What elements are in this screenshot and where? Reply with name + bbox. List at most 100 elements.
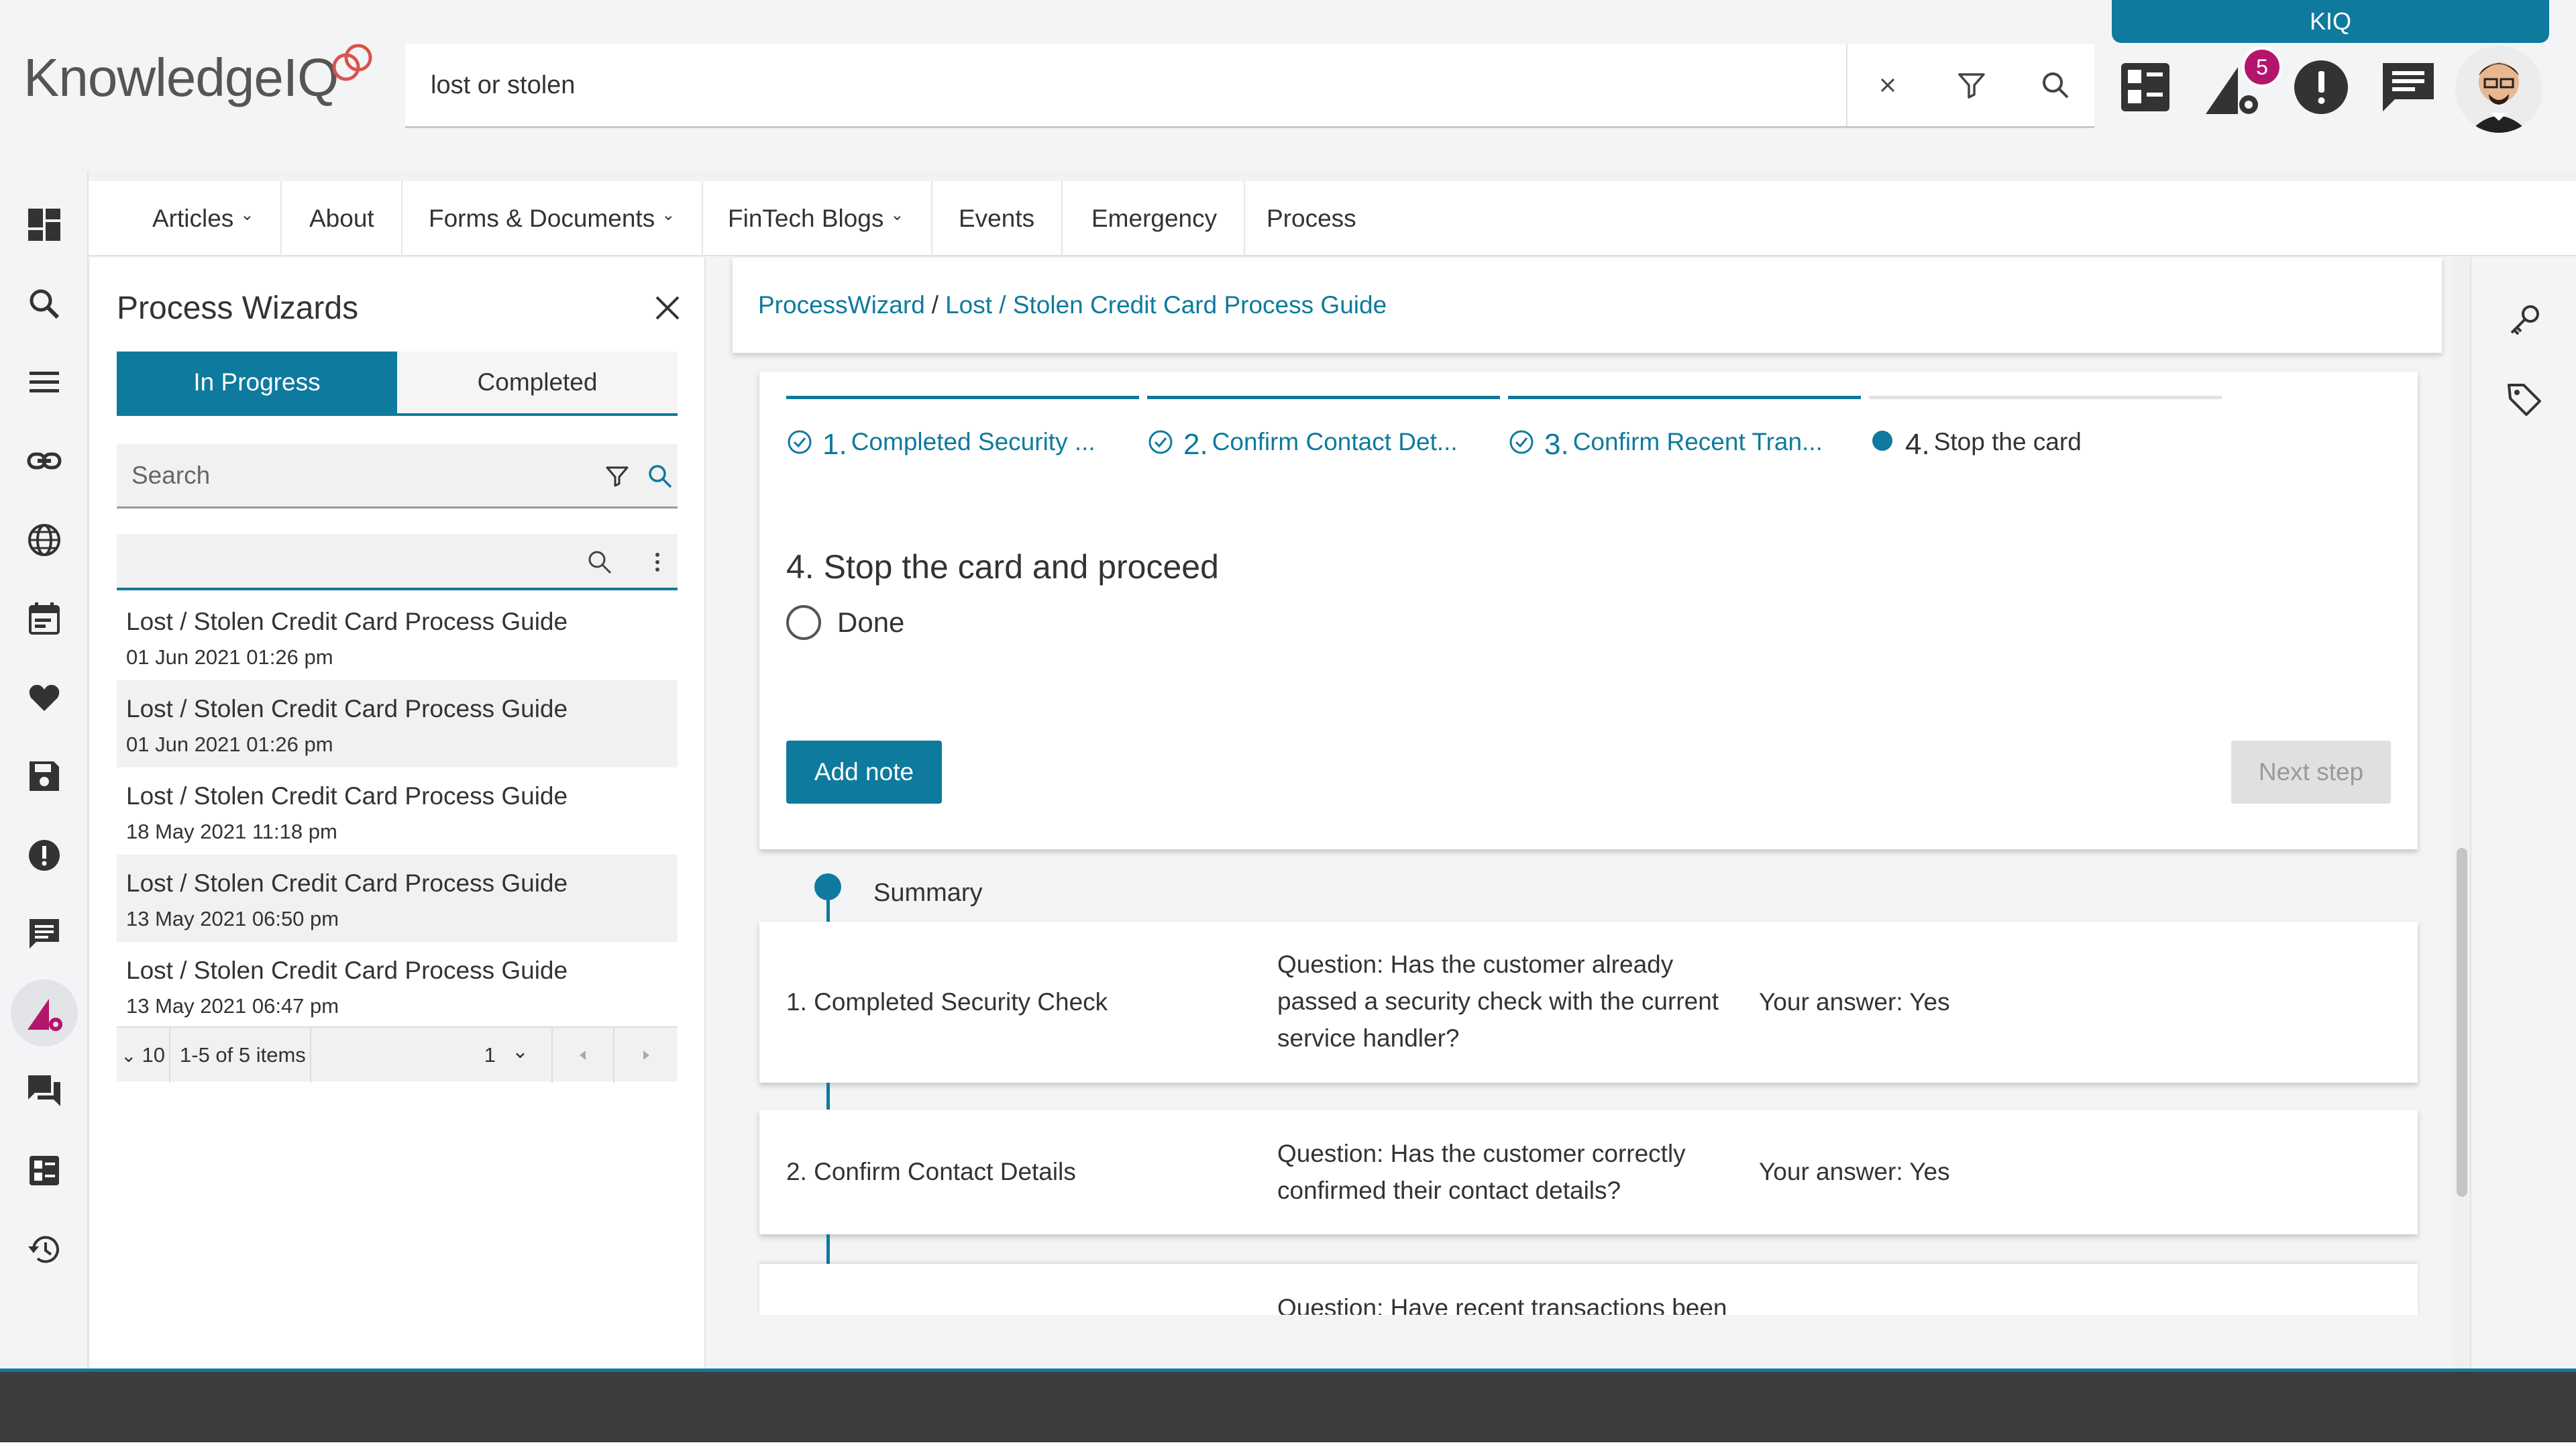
list-item-title: Lost / Stolen Credit Card Process Guide [126, 695, 568, 722]
rail-forum[interactable] [11, 1058, 78, 1125]
filter-icon [1958, 73, 1985, 99]
list-item[interactable]: Lost / Stolen Credit Card Process Guide … [117, 855, 678, 942]
notification-badge: 5 [2242, 47, 2282, 87]
step-progress-2 [1147, 396, 1500, 399]
scrollbar-thumb[interactable] [2457, 848, 2467, 1197]
clear-search-button[interactable] [1847, 44, 1928, 126]
rail-links[interactable] [11, 427, 78, 494]
step-label: Confirm Recent Tran... [1572, 428, 1823, 455]
filter-icon [606, 466, 629, 487]
breadcrumb-root[interactable]: ProcessWizard [758, 291, 925, 319]
scrollbar-track[interactable] [2453, 258, 2469, 1371]
user-avatar[interactable] [2455, 46, 2542, 133]
page-size-value: 10 [142, 1043, 165, 1067]
add-note-button[interactable]: Add note [786, 741, 942, 804]
summary-row: 1. Completed Security Check Question: Ha… [759, 922, 2418, 1083]
close-icon [1880, 78, 1895, 93]
search-icon [588, 551, 612, 574]
messages-button[interactable] [2375, 54, 2442, 121]
panel-search-input[interactable] [131, 444, 561, 507]
tab-completed[interactable]: Completed [397, 352, 678, 413]
step-3[interactable]: 3. Confirm Recent Tran... [1508, 419, 1823, 466]
nav-label: Emergency [1091, 205, 1218, 232]
breadcrumb-current[interactable]: Lost / Stolen Credit Card Process Guide [945, 291, 1387, 319]
chevron-left-icon [580, 1051, 586, 1060]
rail-process-wizard[interactable] [11, 979, 78, 1046]
summary-answer: Your answer: Yes [1759, 988, 1950, 1016]
next-step-button[interactable]: Next step [2231, 741, 2391, 804]
content-footer-space [706, 1315, 2450, 1371]
dashboard-list-icon [2121, 63, 2169, 111]
list-item[interactable]: Lost / Stolen Credit Card Process Guide … [117, 767, 678, 855]
list-item[interactable]: Lost / Stolen Credit Card Process Guide … [117, 942, 678, 1029]
panel-search-button[interactable] [640, 456, 680, 496]
app-logo[interactable]: KnowledgeIQ [23, 44, 372, 109]
rail-menu[interactable] [11, 349, 78, 416]
search-input[interactable] [431, 44, 1839, 126]
nav-events[interactable]: Events [932, 181, 1063, 256]
list-item-title: Lost / Stolen Credit Card Process Guide [126, 957, 568, 984]
done-option[interactable]: Done [786, 605, 904, 640]
tag-button[interactable] [2501, 376, 2548, 423]
rail-saved[interactable] [11, 743, 78, 810]
nav-emergency[interactable]: Emergency [1065, 181, 1246, 256]
rail-calendar[interactable] [11, 585, 78, 652]
radio-button[interactable] [786, 605, 821, 640]
process-wizards-panel: Process Wizards In Progress Completed Lo… [90, 258, 706, 1371]
rail-dashboard[interactable] [11, 191, 78, 258]
kiq-tab[interactable]: KIQ [2112, 0, 2549, 43]
page-number: 1 [484, 1043, 496, 1067]
rail-search[interactable] [11, 270, 78, 337]
filter-button[interactable] [1931, 44, 2012, 126]
nav-forms-documents[interactable]: Forms & Documents ⌄ [402, 181, 704, 256]
step-4[interactable]: 4. Stop the card [1869, 419, 2082, 466]
list-item[interactable]: Lost / Stolen Credit Card Process Guide … [117, 593, 678, 680]
next-page-button[interactable] [614, 1028, 678, 1083]
wizard-list: Lost / Stolen Credit Card Process Guide … [117, 593, 678, 1029]
grid-search-button[interactable] [580, 542, 620, 582]
nav-about[interactable]: About [282, 181, 402, 256]
list-item-date: 01 Jun 2021 01:26 pm [126, 733, 333, 756]
page-size-select[interactable]: ⌄ 10 [117, 1028, 170, 1083]
list-item-date: 13 May 2021 06:50 pm [126, 907, 339, 930]
close-panel-button[interactable] [644, 284, 691, 331]
rail-alerts[interactable] [11, 822, 78, 889]
nav-fintech-blogs[interactable]: FinTech Blogs ⌄ [701, 181, 932, 256]
history-icon [28, 1236, 59, 1263]
tab-in-progress[interactable]: In Progress [117, 352, 397, 413]
rail-favorites[interactable] [11, 664, 78, 731]
dashboard-button[interactable] [2112, 54, 2179, 121]
nav-label: Articles [152, 205, 234, 232]
step-number: 4. [1905, 428, 1930, 461]
breadcrumb-separator: / [931, 291, 939, 319]
nav-label: About [309, 205, 374, 232]
rail-messages[interactable] [11, 900, 78, 967]
grid-more-button[interactable] [637, 542, 678, 582]
step-progress-3 [1508, 396, 1861, 399]
exclamation-icon [29, 840, 60, 871]
rail-lists[interactable] [11, 1137, 78, 1204]
page-select[interactable]: 1 ⌄ [311, 1028, 553, 1083]
list-item[interactable]: Lost / Stolen Credit Card Process Guide … [117, 680, 678, 767]
link-icon [27, 452, 62, 470]
nav-articles[interactable]: Articles ⌄ [125, 181, 282, 256]
dashboard-icon [28, 209, 60, 241]
step-heading: 4. Stop the card and proceed [786, 548, 1219, 586]
panel-filter-button[interactable] [597, 456, 637, 496]
nav-process[interactable]: Process [1240, 181, 1383, 256]
summary-step-name: 1. Completed Security Check [786, 988, 1108, 1016]
alerts-button[interactable] [2288, 54, 2355, 121]
key-button[interactable] [2501, 297, 2548, 343]
rail-history[interactable] [11, 1216, 78, 1283]
search-button[interactable] [2015, 44, 2096, 126]
prev-page-button[interactable] [553, 1028, 614, 1083]
close-icon [655, 296, 680, 320]
right-rail [2470, 258, 2576, 1371]
global-search [405, 44, 2094, 128]
tag-icon [2508, 384, 2541, 416]
globe-icon [28, 524, 60, 556]
step-2[interactable]: 2. Confirm Contact Det... [1147, 419, 1458, 466]
step-1[interactable]: 1. Completed Security ... [786, 419, 1095, 466]
rail-web[interactable] [11, 506, 78, 574]
logo-text: KnowledgeIQ [23, 48, 339, 107]
